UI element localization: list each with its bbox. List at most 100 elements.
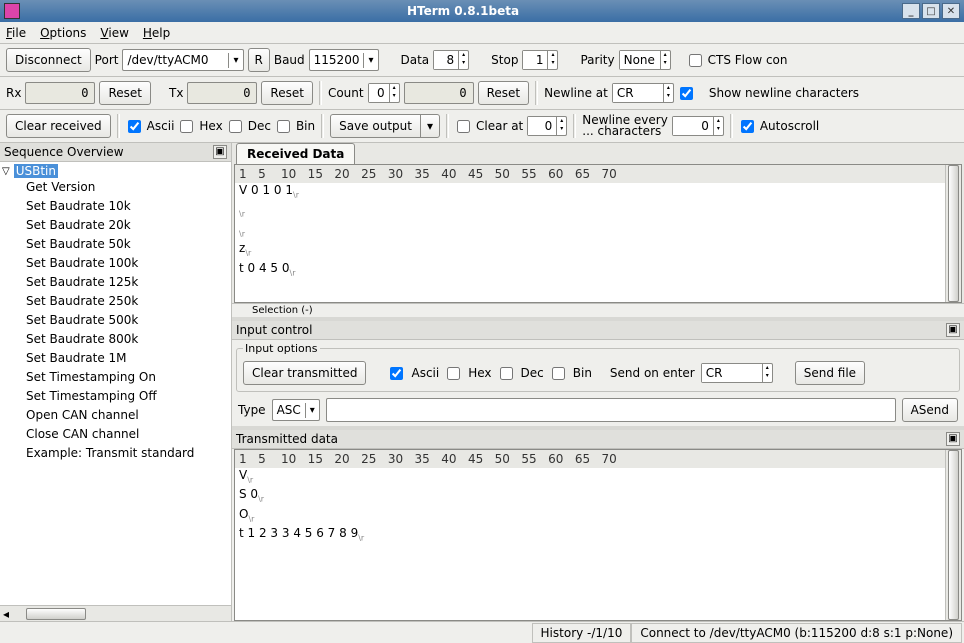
in-hex-checkbox[interactable]	[447, 367, 460, 380]
port-label: Port	[95, 53, 119, 67]
toolbar-counters: Rx 0 Reset Tx 0 Reset Count ▴▾ 0 Reset N…	[0, 77, 964, 110]
tree-item[interactable]: Set Baudrate 100k	[2, 254, 229, 273]
transmitted-pane: Transmitted data▣ 1 5 10 15 20 25 30 35 …	[232, 430, 964, 621]
input-line[interactable]	[326, 398, 896, 422]
close-button[interactable]: ✕	[942, 3, 960, 19]
tx-value: 0	[187, 82, 257, 104]
rx-value: 0	[25, 82, 95, 104]
tree-item[interactable]: Set Baudrate 800k	[2, 330, 229, 349]
newline-label: Newline at	[544, 86, 608, 100]
sidebar-hscroll[interactable]: ◂	[0, 605, 231, 621]
count-label: Count	[328, 86, 364, 100]
tree-item[interactable]: Open CAN channel	[2, 406, 229, 425]
parity-label: Parity	[580, 53, 614, 67]
toolbar-format: Clear received Ascii Hex Dec Bin Save ou…	[0, 110, 964, 143]
chevron-down-icon: ▾	[305, 403, 319, 418]
newline-checkbox[interactable]	[680, 87, 693, 100]
dec-checkbox[interactable]	[229, 120, 242, 133]
tree-item[interactable]: Set Timestamping On	[2, 368, 229, 387]
received-ruler: 1 5 10 15 20 25 30 35 40 45 50 55 60 65 …	[235, 165, 945, 183]
tree-item[interactable]: Get Version	[2, 178, 229, 197]
clearat-spin[interactable]: ▴▾	[527, 116, 567, 136]
received-vscroll[interactable]	[945, 165, 961, 302]
nlevery-spin[interactable]: ▴▾	[672, 116, 724, 136]
tree-item[interactable]: Set Baudrate 20k	[2, 216, 229, 235]
sendon-combo[interactable]: ▴▾	[701, 363, 773, 383]
connect-button[interactable]: Disconnect	[6, 48, 91, 72]
stop-label: Stop	[491, 53, 518, 67]
tree-item[interactable]: Example: Transmit standard	[2, 444, 229, 463]
asend-button[interactable]: ASend	[902, 398, 958, 422]
in-bin-checkbox[interactable]	[552, 367, 565, 380]
statusbar: History -/1/10 Connect to /dev/ttyACM0 (…	[0, 621, 964, 643]
in-dec-checkbox[interactable]	[500, 367, 513, 380]
tree-item[interactable]: Set Baudrate 250k	[2, 292, 229, 311]
tree-root[interactable]: USBtin	[14, 164, 58, 178]
sequence-tree[interactable]: ▽USBtin Get VersionSet Baudrate 10kSet B…	[0, 162, 231, 605]
menu-options[interactable]: Options	[40, 26, 86, 40]
save-output-button[interactable]: Save output▾	[330, 114, 440, 138]
parity-combo[interactable]: ▴▾	[619, 50, 671, 70]
port-refresh-button[interactable]: R	[248, 48, 270, 72]
bin-checkbox[interactable]	[277, 120, 290, 133]
close-icon[interactable]: ▣	[946, 323, 960, 337]
clearat-checkbox[interactable]	[457, 120, 470, 133]
chevron-down-icon[interactable]: ▾	[228, 53, 242, 68]
input-control-pane: Input control▣ Input options Clear trans…	[232, 321, 964, 430]
data-label: Data	[401, 53, 430, 67]
tree-item[interactable]: Close CAN channel	[2, 425, 229, 444]
sidebar-title: Sequence Overview	[4, 145, 124, 159]
in-ascii-checkbox[interactable]	[390, 367, 403, 380]
count-value: 0	[404, 82, 474, 104]
menu-file[interactable]: File	[6, 26, 26, 40]
maximize-button[interactable]: □	[922, 3, 940, 19]
hex-checkbox[interactable]	[180, 120, 193, 133]
cts-checkbox[interactable]	[689, 54, 702, 67]
tree-item[interactable]: Set Baudrate 50k	[2, 235, 229, 254]
sequence-sidebar: Sequence Overview▣ ▽USBtin Get VersionSe…	[0, 143, 232, 621]
menu-help[interactable]: Help	[143, 26, 170, 40]
clear-transmitted-button[interactable]: Clear transmitted	[243, 361, 366, 385]
tree-item[interactable]: Set Baudrate 500k	[2, 311, 229, 330]
minimize-button[interactable]: _	[902, 3, 920, 19]
menubar: File Options View Help	[0, 22, 964, 44]
send-file-button[interactable]: Send file	[795, 361, 865, 385]
close-icon[interactable]: ▣	[213, 145, 227, 159]
received-tab[interactable]: Received Data	[236, 143, 355, 164]
autoscroll-checkbox[interactable]	[741, 120, 754, 133]
tx-label: Tx	[169, 86, 183, 100]
selection-info: Selection (-)	[232, 303, 964, 317]
rx-reset-button[interactable]: Reset	[99, 81, 151, 105]
status-connection: Connect to /dev/ttyACM0 (b:115200 d:8 s:…	[631, 623, 962, 643]
transmitted-lines[interactable]: V\rS 0\rO\rt 1 2 3 3 4 5 6 7 8 9\r	[235, 468, 945, 546]
count-spin[interactable]: ▴▾	[368, 83, 400, 103]
tx-reset-button[interactable]: Reset	[261, 81, 313, 105]
chevron-down-icon[interactable]: ▾	[363, 53, 377, 68]
chevron-down-icon: ▾	[420, 115, 439, 137]
rx-label: Rx	[6, 86, 21, 100]
window-title: HTerm 0.8.1beta	[26, 4, 900, 18]
tree-item[interactable]: Set Baudrate 1M	[2, 349, 229, 368]
tree-item[interactable]: Set Timestamping Off	[2, 387, 229, 406]
received-pane: Received Data 1 5 10 15 20 25 30 35 40 4…	[232, 143, 964, 321]
data-spin[interactable]: ▴▾	[433, 50, 469, 70]
newline-combo[interactable]: ▴▾	[612, 83, 674, 103]
received-lines[interactable]: V 0 1 0 1\r\r\rz\rt 0 4 5 0\r	[235, 183, 945, 280]
status-history: History -/1/10	[532, 623, 632, 643]
transmitted-ruler: 1 5 10 15 20 25 30 35 40 45 50 55 60 65 …	[235, 450, 945, 468]
port-combo[interactable]: /dev/ttyACM0▾	[122, 49, 243, 71]
count-reset-button[interactable]: Reset	[478, 81, 530, 105]
close-icon[interactable]: ▣	[946, 432, 960, 446]
tree-toggle[interactable]: ▽	[2, 166, 10, 177]
clear-received-button[interactable]: Clear received	[6, 114, 111, 138]
ascii-checkbox[interactable]	[128, 120, 141, 133]
tree-item[interactable]: Set Baudrate 10k	[2, 197, 229, 216]
baud-label: Baud	[274, 53, 305, 67]
tree-item[interactable]: Set Baudrate 125k	[2, 273, 229, 292]
type-combo[interactable]: ASC▾	[272, 399, 320, 421]
baud-combo[interactable]: 115200▾	[309, 49, 379, 71]
transmitted-vscroll[interactable]	[945, 450, 961, 620]
stop-spin[interactable]: ▴▾	[522, 50, 558, 70]
toolbar-connection: Disconnect Port /dev/ttyACM0▾ R Baud 115…	[0, 44, 964, 77]
menu-view[interactable]: View	[100, 26, 128, 40]
